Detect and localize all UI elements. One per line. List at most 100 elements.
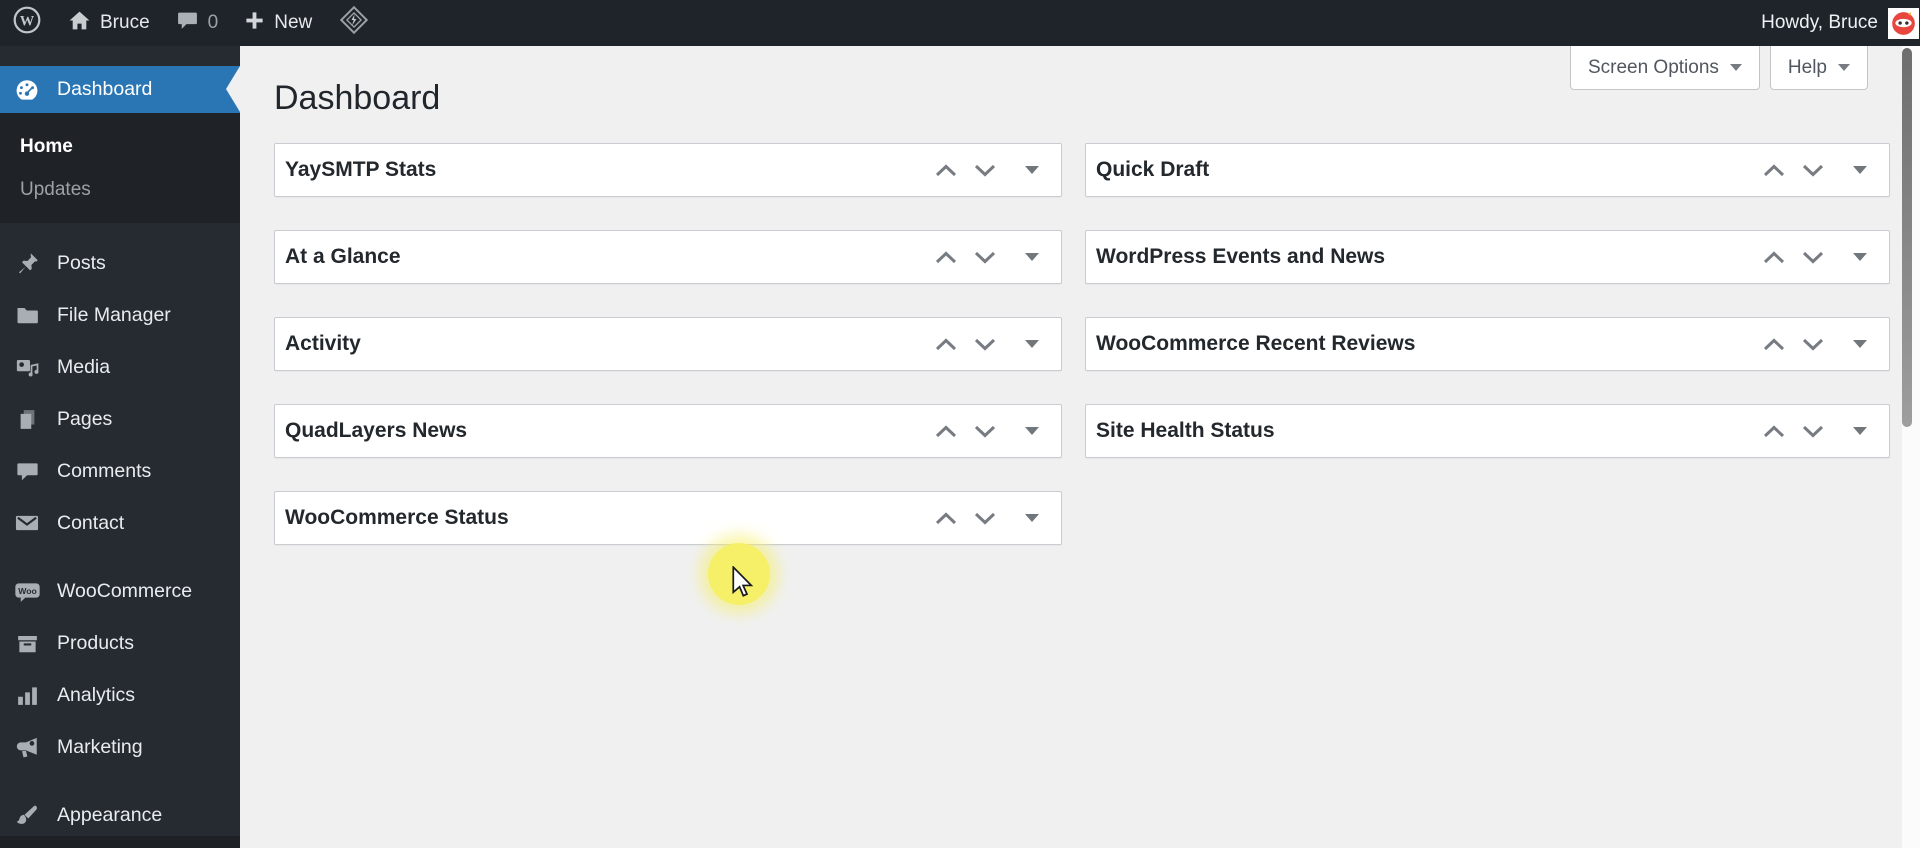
sidebar-item-label: Dashboard (57, 78, 153, 100)
plugin-diamond-menu[interactable] (325, 0, 383, 46)
sidebar-subitem-updates[interactable]: Updates (0, 168, 240, 211)
sidebar-item-comments[interactable]: Comments (0, 445, 240, 497)
folder-icon (13, 301, 41, 329)
comment-bubble-icon (176, 9, 199, 38)
help-button[interactable]: Help (1769, 46, 1868, 90)
wp-logo-letter: W (20, 14, 35, 30)
move-down-button[interactable] (1802, 246, 1824, 268)
move-down-button[interactable] (974, 420, 996, 442)
admin-bar: W Bruce 0 New Howdy, Bruce (0, 0, 1920, 46)
move-down-button[interactable] (1802, 333, 1824, 355)
sidebar-item-media[interactable]: Media (0, 341, 240, 393)
sidebar-item-contact[interactable]: Contact (0, 497, 240, 549)
sidebar-item-label: Posts (57, 251, 106, 274)
pages-icon (13, 405, 41, 433)
toggle-panel-button[interactable] (1025, 427, 1039, 435)
widget-wordpress-events-news[interactable]: WordPress Events and News (1085, 230, 1890, 284)
toggle-panel-button[interactable] (1853, 427, 1867, 435)
widget-woocommerce-status[interactable]: WooCommerce Status (274, 491, 1062, 545)
site-name-label: Bruce (100, 12, 150, 33)
toggle-panel-button[interactable] (1025, 514, 1039, 522)
widget-controls (935, 420, 1039, 442)
howdy-label: Howdy, Bruce (1761, 12, 1878, 33)
toggle-panel-button[interactable] (1853, 166, 1867, 174)
sidebar-item-file-manager[interactable]: File Manager (0, 289, 240, 341)
woo-badge-text: Woo (18, 586, 37, 596)
move-up-button[interactable] (1763, 420, 1785, 442)
move-up-button[interactable] (935, 420, 957, 442)
comments-menu[interactable]: 0 (163, 0, 232, 46)
paintbrush-icon (13, 801, 41, 829)
triangle-down-icon (1853, 427, 1867, 435)
widget-controls (1763, 159, 1867, 181)
envelope-icon (13, 509, 41, 537)
move-down-button[interactable] (974, 159, 996, 181)
screen-meta-links: Screen Options Help (1569, 46, 1868, 90)
widget-controls (1763, 420, 1867, 442)
scrollbar-thumb[interactable] (1902, 48, 1912, 427)
move-up-button[interactable] (1763, 333, 1785, 355)
move-up-button[interactable] (935, 507, 957, 529)
move-down-button[interactable] (1802, 420, 1824, 442)
widget-woocommerce-recent-reviews[interactable]: WooCommerce Recent Reviews (1085, 317, 1890, 371)
toggle-panel-button[interactable] (1025, 340, 1039, 348)
chevron-down-icon (1838, 64, 1850, 71)
move-up-button[interactable] (935, 333, 957, 355)
sidebar-subitem-home[interactable]: Home (0, 125, 240, 168)
widget-site-health-status[interactable]: Site Health Status (1085, 404, 1890, 458)
widget-activity[interactable]: Activity (274, 317, 1062, 371)
widget-quick-draft[interactable]: Quick Draft (1085, 143, 1890, 197)
toggle-panel-button[interactable] (1025, 253, 1039, 261)
new-content-menu[interactable]: New (231, 0, 325, 46)
page-scrollbar[interactable] (1902, 46, 1920, 848)
pin-icon (13, 249, 41, 277)
sidebar-item-label: File Manager (57, 303, 171, 326)
sidebar-item-marketing[interactable]: Marketing (0, 721, 240, 773)
sidebar-item-posts[interactable]: Posts (0, 237, 240, 289)
move-up-button[interactable] (1763, 159, 1785, 181)
move-up-button[interactable] (1763, 246, 1785, 268)
avatar (1888, 7, 1919, 39)
widget-at-a-glance[interactable]: At a Glance (274, 230, 1062, 284)
screen-options-button[interactable]: Screen Options (1569, 46, 1760, 90)
widget-title: Quick Draft (1096, 158, 1210, 181)
wordpress-logo-icon: W (12, 5, 42, 41)
triangle-down-icon (1025, 166, 1039, 174)
plugin-diamond-icon (338, 4, 370, 42)
widget-title: WooCommerce Recent Reviews (1096, 332, 1416, 355)
sidebar-item-analytics[interactable]: Analytics (0, 669, 240, 721)
move-down-button[interactable] (974, 333, 996, 355)
move-up-button[interactable] (935, 246, 957, 268)
main-content: Screen Options Help Dashboard YaySMTP St… (240, 46, 1902, 848)
sidebar-item-dashboard[interactable]: Dashboard (0, 66, 240, 113)
move-down-button[interactable] (1802, 159, 1824, 181)
widget-title: Activity (285, 332, 361, 355)
sidebar-item-label: Analytics (57, 683, 136, 706)
move-down-button[interactable] (974, 507, 996, 529)
toggle-panel-button[interactable] (1025, 166, 1039, 174)
widget-title: At a Glance (285, 245, 401, 268)
widget-controls (935, 159, 1039, 181)
account-menu[interactable]: Howdy, Bruce (1748, 0, 1920, 46)
sidebar-item-appearance[interactable]: Appearance (0, 789, 240, 841)
sidebar-item-pages[interactable]: Pages (0, 393, 240, 445)
box-icon (13, 629, 41, 657)
sidebar-item-products[interactable]: Products (0, 617, 240, 669)
move-up-button[interactable] (935, 159, 957, 181)
widget-controls (1763, 333, 1867, 355)
sidebar-bottom-strip (0, 836, 240, 848)
sidebar-item-label: Marketing (57, 735, 143, 758)
toggle-panel-button[interactable] (1853, 340, 1867, 348)
widget-quadlayers-news[interactable]: QuadLayers News (274, 404, 1062, 458)
admin-sidebar: Dashboard Home Updates Posts File Manage… (0, 46, 240, 848)
toggle-panel-button[interactable] (1853, 253, 1867, 261)
widget-title: YaySMTP Stats (285, 158, 437, 181)
site-name-menu[interactable]: Bruce (55, 0, 163, 46)
widget-yaysmtp-stats[interactable]: YaySMTP Stats (274, 143, 1062, 197)
widget-controls (935, 507, 1039, 529)
wordpress-logo-menu[interactable]: W (0, 0, 55, 46)
move-down-button[interactable] (974, 246, 996, 268)
widgets-column-left: YaySMTP Stats At a Glance Activity QuadL… (274, 143, 1062, 545)
sidebar-item-woocommerce[interactable]: Woo WooCommerce (0, 565, 240, 617)
chevron-down-icon (1729, 64, 1742, 71)
